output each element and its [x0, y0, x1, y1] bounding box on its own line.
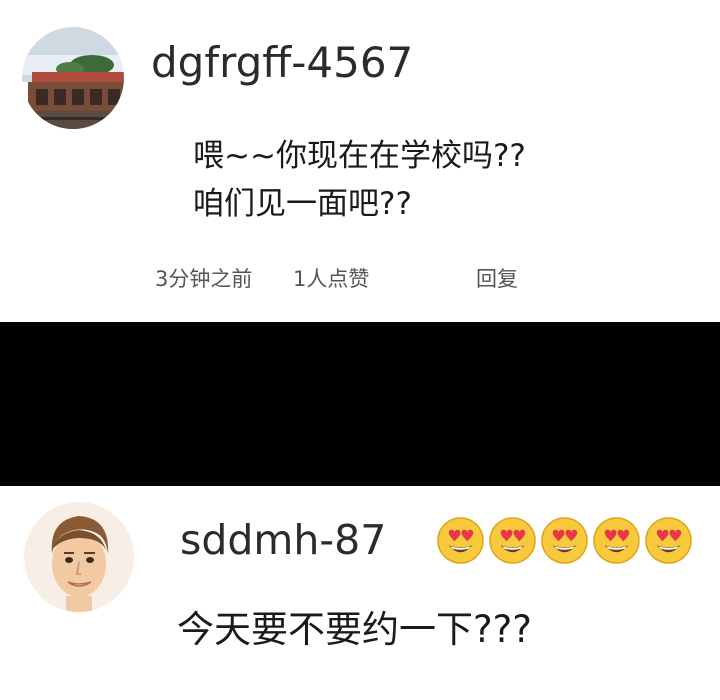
- black-divider-band: [0, 322, 720, 486]
- like-count[interactable]: 1人点赞: [293, 263, 369, 293]
- comment-text-line-1: 喂~~你现在在学校吗??: [193, 138, 526, 174]
- user-avatar-2[interactable]: [24, 502, 134, 612]
- comment-text-line-2: 咱们见一面吧??: [193, 186, 412, 222]
- heart-eyes-emoji-2: [489, 517, 536, 564]
- emoji-row: [436, 516, 693, 566]
- user-avatar-1[interactable]: [22, 27, 124, 129]
- username-2[interactable]: sddmh-87: [180, 516, 386, 564]
- heart-eyes-emoji-5: [645, 517, 692, 564]
- heart-eyes-emoji-3: [541, 517, 588, 564]
- reply-button[interactable]: 回复: [476, 263, 518, 293]
- comment-text-2: 今天要不要约一下???: [177, 608, 532, 651]
- heart-eyes-emoji-4: [593, 517, 640, 564]
- heart-eyes-emoji-1: [437, 517, 484, 564]
- comment-time: 3分钟之前: [155, 267, 253, 291]
- comment-card-1: dgfrgff-4567 喂~~你现在在学校吗?? 咱们见一面吧?? 3分钟之前…: [0, 0, 720, 322]
- username-1[interactable]: dgfrgff-4567: [151, 38, 413, 87]
